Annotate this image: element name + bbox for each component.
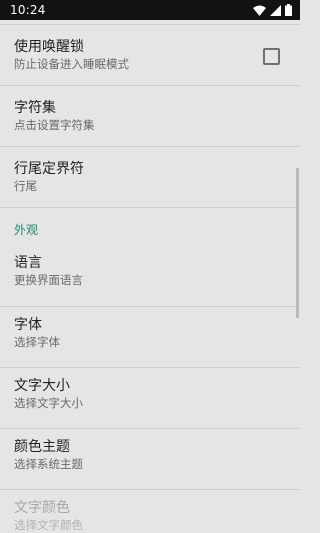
battery-icon bbox=[285, 4, 292, 16]
setting-charset[interactable]: 字符集 点击设置字符集 bbox=[0, 86, 300, 147]
status-icons bbox=[253, 3, 292, 17]
setting-title: 颜色主题 bbox=[14, 439, 70, 455]
settings-list: 使用唤醒锁 防止设备进入睡眠模式 字符集 点击设置字符集 行尾定界符 行尾 外观… bbox=[0, 20, 300, 533]
setting-title: 文字大小 bbox=[14, 378, 70, 394]
setting-title: 文字颜色 bbox=[14, 500, 70, 516]
section-header-appearance: 外观 bbox=[14, 223, 39, 237]
setting-wake-lock[interactable]: 使用唤醒锁 防止设备进入睡眠模式 bbox=[0, 25, 300, 86]
scrollbar-thumb[interactable] bbox=[296, 168, 299, 318]
setting-subtitle: 点击设置字符集 bbox=[14, 118, 95, 132]
setting-title: 行尾定界符 bbox=[14, 161, 84, 177]
setting-color-theme[interactable]: 颜色主题 选择系统主题 bbox=[0, 429, 300, 490]
cellular-signal-icon bbox=[270, 4, 281, 16]
status-time: 10:24 bbox=[10, 3, 46, 17]
wake-lock-checkbox[interactable] bbox=[263, 48, 280, 65]
setting-subtitle: 更换界面语言 bbox=[14, 273, 83, 287]
setting-title: 字体 bbox=[14, 317, 42, 333]
setting-title: 语言 bbox=[14, 255, 42, 271]
setting-font[interactable]: 字体 选择字体 bbox=[0, 307, 300, 368]
setting-subtitle: 选择文字大小 bbox=[14, 396, 83, 410]
setting-subtitle: 行尾 bbox=[14, 179, 37, 193]
setting-subtitle: 选择文字颜色 bbox=[14, 518, 83, 532]
setting-text-size[interactable]: 文字大小 选择文字大小 bbox=[0, 368, 300, 429]
status-bar: 10:24 bbox=[0, 0, 300, 20]
setting-subtitle: 选择字体 bbox=[14, 335, 60, 349]
setting-subtitle: 选择系统主题 bbox=[14, 457, 83, 471]
setting-language[interactable]: 语言 更换界面语言 bbox=[0, 246, 300, 307]
setting-subtitle: 防止设备进入睡眠模式 bbox=[14, 57, 129, 71]
setting-title: 使用唤醒锁 bbox=[14, 39, 84, 55]
wifi-icon bbox=[253, 5, 266, 16]
setting-title: 字符集 bbox=[14, 100, 56, 116]
setting-text-color: 文字颜色 选择文字颜色 bbox=[0, 490, 300, 533]
setting-line-ending[interactable]: 行尾定界符 行尾 bbox=[0, 147, 300, 208]
